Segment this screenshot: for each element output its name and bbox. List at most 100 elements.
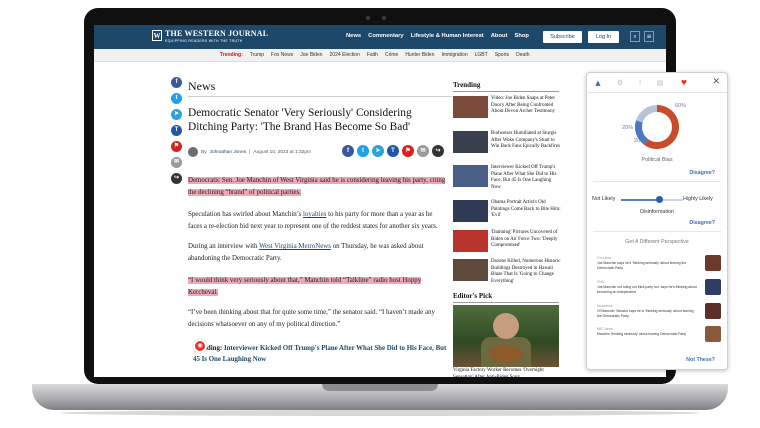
editors-pick-caption[interactable]: Virginia Factory Worker Becomes 'Overnig… — [453, 368, 561, 377]
trending-thumbnail — [453, 200, 488, 222]
trending-title[interactable]: Dozens Killed, Numerous Historic Buildin… — [491, 259, 561, 285]
inline-trending: Trending: Interviewer Kicked Off Trump's… — [193, 344, 449, 365]
highly-likely-label: Highly Likely — [683, 196, 713, 202]
topic-link[interactable]: Death — [516, 52, 529, 58]
nav-lifestyle[interactable]: Lifestyle & Human Interest — [411, 33, 484, 39]
login-button[interactable]: Log In — [588, 31, 619, 43]
gettr-share-icon[interactable]: ⚑ — [171, 141, 182, 152]
perspective-item[interactable]: NBC News Manchin 'thinking seriously' ab… — [597, 326, 721, 344]
topic-link[interactable]: Faith — [367, 52, 378, 58]
subscribe-button[interactable]: Subscribe — [543, 31, 582, 43]
trending-title[interactable]: Interviewer Kicked Off Trump's Plane Aft… — [491, 165, 561, 191]
disinformation-disagree-link[interactable]: Disagree? — [689, 220, 715, 226]
more-share-icon[interactable]: ↪ — [432, 145, 444, 157]
trending-thumbnail — [453, 259, 488, 281]
nav-news[interactable]: News — [346, 33, 361, 39]
perspective-source: CNN — [597, 280, 604, 284]
main-nav: News Commentary Lifestyle & Human Intere… — [346, 33, 529, 39]
sidebar-trending-title: Trending — [453, 81, 481, 89]
favorite-tab-icon[interactable]: ♥ — [679, 78, 689, 88]
panel-header-divider — [587, 92, 727, 93]
perspective-item[interactable]: CNN Joe Manchin not ruling out third-par… — [597, 279, 721, 297]
topic-link[interactable]: Sports — [495, 52, 509, 58]
alert-tab-icon[interactable]: ! — [635, 78, 645, 88]
sidebar-trending-item[interactable]: Dozens Killed, Numerous Historic Buildin… — [453, 259, 561, 285]
gettr-share-icon[interactable]: ⚑ — [402, 145, 414, 157]
not-these-link[interactable]: Not These? — [686, 357, 715, 363]
topic-trending-label: Trending: — [220, 52, 243, 58]
disinformation-slider-track[interactable] — [621, 199, 683, 201]
nav-shop[interactable]: Shop — [514, 33, 529, 39]
perspective-source: NBC News — [597, 327, 613, 331]
photo-guitar — [489, 345, 523, 363]
perspective-headline[interactable]: Of Manchin: Senator says he is 'thinking… — [597, 309, 697, 318]
settings-tab-icon[interactable]: ⚙ — [615, 78, 625, 88]
topic-link[interactable]: 2024 Election — [330, 52, 360, 58]
paragraph-5: “I’ve been thinking about that for quite… — [188, 309, 435, 328]
laptop-shadow — [60, 410, 700, 416]
byline-prefix: By — [201, 149, 207, 155]
facebook-share-icon[interactable]: f — [171, 77, 182, 88]
sidebar-trending-item[interactable]: Obama Portrait Artist's Old Paintings Co… — [453, 200, 561, 224]
topic-link[interactable]: Trump — [250, 52, 264, 58]
nav-commentary[interactable]: Commentary — [368, 33, 403, 39]
topic-link[interactable]: Fox News — [271, 52, 293, 58]
highlighted-quote[interactable]: “I would think very seriously about that… — [188, 277, 422, 296]
email-share-icon[interactable]: ✉ — [417, 145, 429, 157]
extension-logo-icon[interactable]: ▲ — [593, 78, 603, 88]
trending-title[interactable]: Obama Portrait Artist's Old Paintings Co… — [491, 200, 561, 220]
perspective-headline[interactable]: Manchin 'thinking seriously' about leavi… — [597, 332, 697, 337]
document-tab-icon[interactable]: ▤ — [655, 78, 665, 88]
disinformation-slider-handle[interactable] — [655, 196, 663, 203]
nav-about[interactable]: About — [491, 33, 508, 39]
topic-link[interactable]: Crime — [385, 52, 398, 58]
browser-viewport: W THE WESTERN JOURNAL EQUIPPING READERS … — [94, 25, 666, 377]
menu-icon[interactable]: ≡ — [644, 31, 654, 42]
highlighted-sentence[interactable]: Democratic Sen. Joe Manchin of West Virg… — [188, 177, 446, 196]
paragraph-2: Speculation has swirled about Manchin’s … — [188, 209, 448, 233]
perspective-headline[interactable]: Joe Manchin not ruling out third-party r… — [597, 285, 697, 294]
perspective-item[interactable]: Newsweek Of Manchin: Senator says he is … — [597, 303, 721, 321]
notification-bell-icon[interactable]: ◉ — [193, 339, 207, 353]
sidebar-trending-item[interactable]: Interviewer Kicked Off Trump's Plane Aft… — [453, 165, 561, 191]
not-likely-label: Not Likely — [592, 196, 616, 202]
email-share-icon[interactable]: ✉ — [171, 157, 182, 168]
sidebar-trending-item[interactable]: Budweiser Humiliated at Sturgis After Wo… — [453, 131, 561, 155]
topic-link[interactable]: Hunter Biden — [405, 52, 434, 58]
topic-link[interactable]: Joe Biden — [300, 52, 322, 58]
editors-pick-title: Editor's Pick — [453, 292, 493, 300]
editors-pick-image[interactable] — [453, 305, 559, 367]
topic-link[interactable]: LGBT — [475, 52, 488, 58]
loyalties-link[interactable]: loyalties — [303, 211, 326, 218]
close-icon[interactable]: ✕ — [712, 77, 720, 87]
truth-social-share-icon[interactable]: T — [387, 145, 399, 157]
sidebar-trending-item[interactable]: Video: Joe Biden Snaps at Peter Doocy Af… — [453, 96, 561, 120]
search-icon[interactable]: ⌕ — [630, 31, 640, 42]
perspective-headline[interactable]: Joe Manchin says he's 'thinking seriousl… — [597, 261, 697, 270]
metronews-link[interactable]: West Virginia MetroNews — [259, 243, 331, 250]
author-avatar — [188, 147, 198, 157]
inline-trending-link[interactable]: Interviewer Kicked Off Trump's Plane Aft… — [193, 345, 446, 363]
twitter-share-icon[interactable]: t — [357, 145, 369, 157]
paragraph-text: Speculation has swirled about Manchin’s — [188, 211, 304, 218]
telegram-share-icon[interactable]: ➤ — [372, 145, 384, 157]
twitter-share-icon[interactable]: t — [171, 93, 182, 104]
trending-title[interactable]: 'Damning' Pictures Uncovered of Biden on… — [491, 230, 561, 250]
truth-social-share-icon[interactable]: T — [171, 125, 182, 136]
sidebar-trending-item[interactable]: 'Damning' Pictures Uncovered of Biden on… — [453, 230, 561, 254]
logo-mark: W — [152, 30, 162, 41]
paragraph-4: “I would think very seriously about that… — [188, 275, 448, 299]
author-link[interactable]: Johnathan Jones — [210, 150, 247, 155]
bias-disagree-link[interactable]: Disagree? — [689, 170, 715, 176]
more-share-icon[interactable]: ↪ — [171, 173, 182, 184]
bias-extension-panel: ▲ ⚙ ! ▤ ♥ ✕ 60% 20% 20% Political Bias D… — [586, 72, 728, 370]
trending-title[interactable]: Video: Joe Biden Snaps at Peter Doocy Af… — [491, 96, 561, 116]
telegram-share-icon[interactable]: ➤ — [171, 109, 182, 120]
bias-left-percent: 20% — [622, 125, 634, 131]
logo-tagline: EQUIPPING READERS WITH THE TRUTH — [165, 39, 243, 43]
facebook-share-icon[interactable]: f — [342, 145, 354, 157]
camera-dot — [366, 16, 370, 20]
perspective-item[interactable]: Fox News Joe Manchin says he's 'thinking… — [597, 255, 721, 273]
trending-title[interactable]: Budweiser Humiliated at Sturgis After Wo… — [491, 131, 561, 151]
topic-link[interactable]: Immigration — [442, 52, 468, 58]
